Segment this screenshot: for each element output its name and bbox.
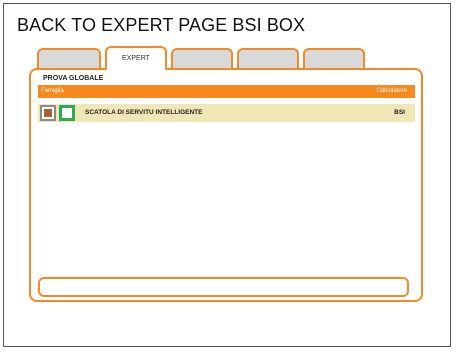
- bottom-input-field[interactable]: [38, 277, 409, 297]
- tab-1[interactable]: [37, 48, 101, 70]
- row-name: SCATOLA DI SERVITU INTELLIGENTE: [85, 109, 203, 116]
- tab-5[interactable]: [303, 48, 365, 70]
- page-title[interactable]: BACK TO EXPERT PAGE BSI BOX: [17, 15, 305, 36]
- column-header-famiglia: Famiglia: [41, 88, 64, 94]
- brown-square-icon[interactable]: [40, 105, 56, 121]
- row-calcolatore-value: BSI: [394, 109, 405, 116]
- tab-4[interactable]: [237, 48, 299, 70]
- main-panel: PROVA GLOBALE Famiglia Calcolatore SCATO…: [29, 68, 423, 302]
- tab-expert-label: EXPERT: [122, 55, 150, 62]
- tab-3[interactable]: [171, 48, 233, 70]
- panel-title: PROVA GLOBALE: [43, 75, 104, 82]
- green-square-icon[interactable]: [59, 105, 75, 121]
- column-header-calcolatore: Calcolatore: [376, 88, 407, 94]
- table-row[interactable]: SCATOLA DI SERVITU INTELLIGENTE BSI: [38, 104, 415, 122]
- table-header: Famiglia Calcolatore: [38, 85, 415, 98]
- tab-expert[interactable]: EXPERT: [105, 46, 167, 70]
